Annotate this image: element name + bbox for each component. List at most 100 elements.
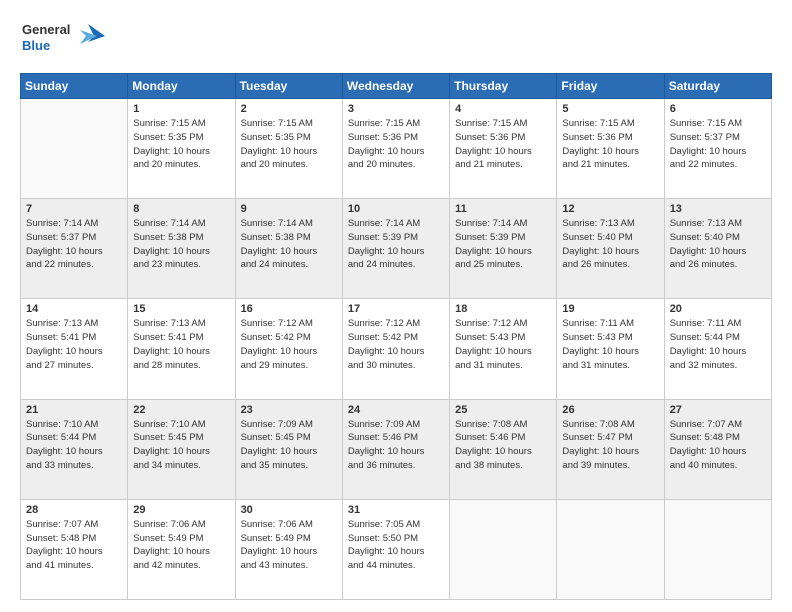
day-number: 5 xyxy=(562,103,658,115)
cell-content: Sunrise: 7:13 AMSunset: 5:40 PMDaylight:… xyxy=(562,217,658,272)
cell-content: Sunrise: 7:15 AMSunset: 5:35 PMDaylight:… xyxy=(241,117,337,172)
day-number: 31 xyxy=(348,504,444,516)
day-number: 27 xyxy=(670,404,766,416)
calendar-cell: 22Sunrise: 7:10 AMSunset: 5:45 PMDayligh… xyxy=(128,399,235,499)
calendar-cell: 15 Sunrise: 7:13 AMSunset: 5:41 PMDayligh… xyxy=(128,299,235,399)
calendar-cell xyxy=(450,499,557,599)
day-number: 7 xyxy=(26,203,122,215)
day-number: 17 xyxy=(348,303,444,315)
day-number: 30 xyxy=(241,504,337,516)
cell-content: Sunrise: 7:13 AMSunset: 5:41 PMDaylight:… xyxy=(26,317,122,372)
day-number: 25 xyxy=(455,404,551,416)
day-number: 4 xyxy=(455,103,551,115)
calendar-cell: 1 Sunrise: 7:15 AMSunset: 5:35 PMDaylight… xyxy=(128,99,235,199)
day-number: 28 xyxy=(26,504,122,516)
cell-content: Sunrise: 7:10 AMSunset: 5:44 PMDaylight:… xyxy=(26,418,122,473)
calendar-cell: 26 Sunrise: 7:08 AMSunset: 5:47 PMDayligh… xyxy=(557,399,664,499)
calendar-cell: 18 Sunrise: 7:12 AMSunset: 5:43 PMDayligh… xyxy=(450,299,557,399)
calendar-cell: 3 Sunrise: 7:15 AMSunset: 5:36 PMDaylight… xyxy=(342,99,449,199)
cell-content: Sunrise: 7:15 AMSunset: 5:36 PMDaylight:… xyxy=(455,117,551,172)
calendar-cell: 16Sunrise: 7:12 AMSunset: 5:42 PMDayligh… xyxy=(235,299,342,399)
cell-content: Sunrise: 7:13 AMSunset: 5:40 PMDaylight:… xyxy=(670,217,766,272)
day-number: 9 xyxy=(241,203,337,215)
day-header-sunday: Sunday xyxy=(21,74,128,99)
day-header-thursday: Thursday xyxy=(450,74,557,99)
day-number: 6 xyxy=(670,103,766,115)
day-number: 8 xyxy=(133,203,229,215)
day-number: 16 xyxy=(241,303,337,315)
week-row-1: 1 Sunrise: 7:15 AMSunset: 5:35 PMDaylight… xyxy=(21,99,772,199)
calendar-cell xyxy=(21,99,128,199)
calendar-cell: 8Sunrise: 7:14 AMSunset: 5:38 PMDaylight… xyxy=(128,199,235,299)
week-row-4: 21 Sunrise: 7:10 AMSunset: 5:44 PMDayligh… xyxy=(21,399,772,499)
day-number: 15 xyxy=(133,303,229,315)
calendar-cell: 13 Sunrise: 7:13 AMSunset: 5:40 PMDayligh… xyxy=(664,199,771,299)
cell-content: Sunrise: 7:14 AMSunset: 5:37 PMDaylight:… xyxy=(26,217,122,272)
calendar-cell: 7 Sunrise: 7:14 AMSunset: 5:37 PMDaylight… xyxy=(21,199,128,299)
day-number: 19 xyxy=(562,303,658,315)
logo: General Blue xyxy=(20,16,110,65)
calendar-cell: 20 Sunrise: 7:11 AMSunset: 5:44 PMDayligh… xyxy=(664,299,771,399)
calendar-cell: 10Sunrise: 7:14 AMSunset: 5:39 PMDayligh… xyxy=(342,199,449,299)
day-number: 2 xyxy=(241,103,337,115)
cell-content: Sunrise: 7:13 AMSunset: 5:41 PMDaylight:… xyxy=(133,317,229,372)
day-number: 26 xyxy=(562,404,658,416)
page-header: General Blue xyxy=(20,16,772,65)
cell-content: Sunrise: 7:07 AMSunset: 5:48 PMDaylight:… xyxy=(26,518,122,573)
logo-svg: General Blue xyxy=(20,16,110,60)
day-number: 24 xyxy=(348,404,444,416)
day-number: 21 xyxy=(26,404,122,416)
calendar-table: SundayMondayTuesdayWednesdayThursdayFrid… xyxy=(20,73,772,600)
day-header-saturday: Saturday xyxy=(664,74,771,99)
calendar-cell: 11Sunrise: 7:14 AMSunset: 5:39 PMDayligh… xyxy=(450,199,557,299)
cell-content: Sunrise: 7:10 AMSunset: 5:45 PMDaylight:… xyxy=(133,418,229,473)
calendar-cell: 19 Sunrise: 7:11 AMSunset: 5:43 PMDayligh… xyxy=(557,299,664,399)
cell-content: Sunrise: 7:08 AMSunset: 5:46 PMDaylight:… xyxy=(455,418,551,473)
cell-content: Sunrise: 7:11 AMSunset: 5:43 PMDaylight:… xyxy=(562,317,658,372)
cell-content: Sunrise: 7:08 AMSunset: 5:47 PMDaylight:… xyxy=(562,418,658,473)
calendar-cell: 25 Sunrise: 7:08 AMSunset: 5:46 PMDayligh… xyxy=(450,399,557,499)
day-number: 13 xyxy=(670,203,766,215)
calendar-cell: 28 Sunrise: 7:07 AMSunset: 5:48 PMDayligh… xyxy=(21,499,128,599)
day-header-tuesday: Tuesday xyxy=(235,74,342,99)
cell-content: Sunrise: 7:15 AMSunset: 5:37 PMDaylight:… xyxy=(670,117,766,172)
day-header-friday: Friday xyxy=(557,74,664,99)
day-header-monday: Monday xyxy=(128,74,235,99)
calendar-page: General Blue SundayMondayTuesdayWednesda… xyxy=(0,0,792,612)
cell-content: Sunrise: 7:11 AMSunset: 5:44 PMDaylight:… xyxy=(670,317,766,372)
calendar-cell: 24Sunrise: 7:09 AMSunset: 5:46 PMDayligh… xyxy=(342,399,449,499)
cell-content: Sunrise: 7:15 AMSunset: 5:35 PMDaylight:… xyxy=(133,117,229,172)
cell-content: Sunrise: 7:14 AMSunset: 5:38 PMDaylight:… xyxy=(241,217,337,272)
cell-content: Sunrise: 7:05 AMSunset: 5:50 PMDaylight:… xyxy=(348,518,444,573)
calendar-cell: 6 Sunrise: 7:15 AMSunset: 5:37 PMDaylight… xyxy=(664,99,771,199)
day-number: 1 xyxy=(133,103,229,115)
cell-content: Sunrise: 7:06 AMSunset: 5:49 PMDaylight:… xyxy=(133,518,229,573)
calendar-cell: 9 Sunrise: 7:14 AMSunset: 5:38 PMDaylight… xyxy=(235,199,342,299)
calendar-cell: 30 Sunrise: 7:06 AMSunset: 5:49 PMDayligh… xyxy=(235,499,342,599)
week-row-5: 28 Sunrise: 7:07 AMSunset: 5:48 PMDayligh… xyxy=(21,499,772,599)
calendar-cell: 5 Sunrise: 7:15 AMSunset: 5:36 PMDaylight… xyxy=(557,99,664,199)
calendar-cell: 14Sunrise: 7:13 AMSunset: 5:41 PMDayligh… xyxy=(21,299,128,399)
day-number: 3 xyxy=(348,103,444,115)
cell-content: Sunrise: 7:12 AMSunset: 5:43 PMDaylight:… xyxy=(455,317,551,372)
day-number: 20 xyxy=(670,303,766,315)
calendar-cell: 2 Sunrise: 7:15 AMSunset: 5:35 PMDaylight… xyxy=(235,99,342,199)
cell-content: Sunrise: 7:15 AMSunset: 5:36 PMDaylight:… xyxy=(348,117,444,172)
cell-content: Sunrise: 7:06 AMSunset: 5:49 PMDaylight:… xyxy=(241,518,337,573)
calendar-cell: 27 Sunrise: 7:07 AMSunset: 5:48 PMDayligh… xyxy=(664,399,771,499)
calendar-cell: 4 Sunrise: 7:15 AMSunset: 5:36 PMDaylight… xyxy=(450,99,557,199)
calendar-cell xyxy=(557,499,664,599)
day-header-wednesday: Wednesday xyxy=(342,74,449,99)
calendar-cell: 12Sunrise: 7:13 AMSunset: 5:40 PMDayligh… xyxy=(557,199,664,299)
calendar-cell: 21 Sunrise: 7:10 AMSunset: 5:44 PMDayligh… xyxy=(21,399,128,499)
day-number: 18 xyxy=(455,303,551,315)
calendar-cell: 23Sunrise: 7:09 AMSunset: 5:45 PMDayligh… xyxy=(235,399,342,499)
day-number: 23 xyxy=(241,404,337,416)
day-number: 11 xyxy=(455,203,551,215)
day-number: 29 xyxy=(133,504,229,516)
week-row-3: 14Sunrise: 7:13 AMSunset: 5:41 PMDayligh… xyxy=(21,299,772,399)
week-row-2: 7 Sunrise: 7:14 AMSunset: 5:37 PMDaylight… xyxy=(21,199,772,299)
cell-content: Sunrise: 7:07 AMSunset: 5:48 PMDaylight:… xyxy=(670,418,766,473)
calendar-cell: 31 Sunrise: 7:05 AMSunset: 5:50 PMDayligh… xyxy=(342,499,449,599)
cell-content: Sunrise: 7:15 AMSunset: 5:36 PMDaylight:… xyxy=(562,117,658,172)
